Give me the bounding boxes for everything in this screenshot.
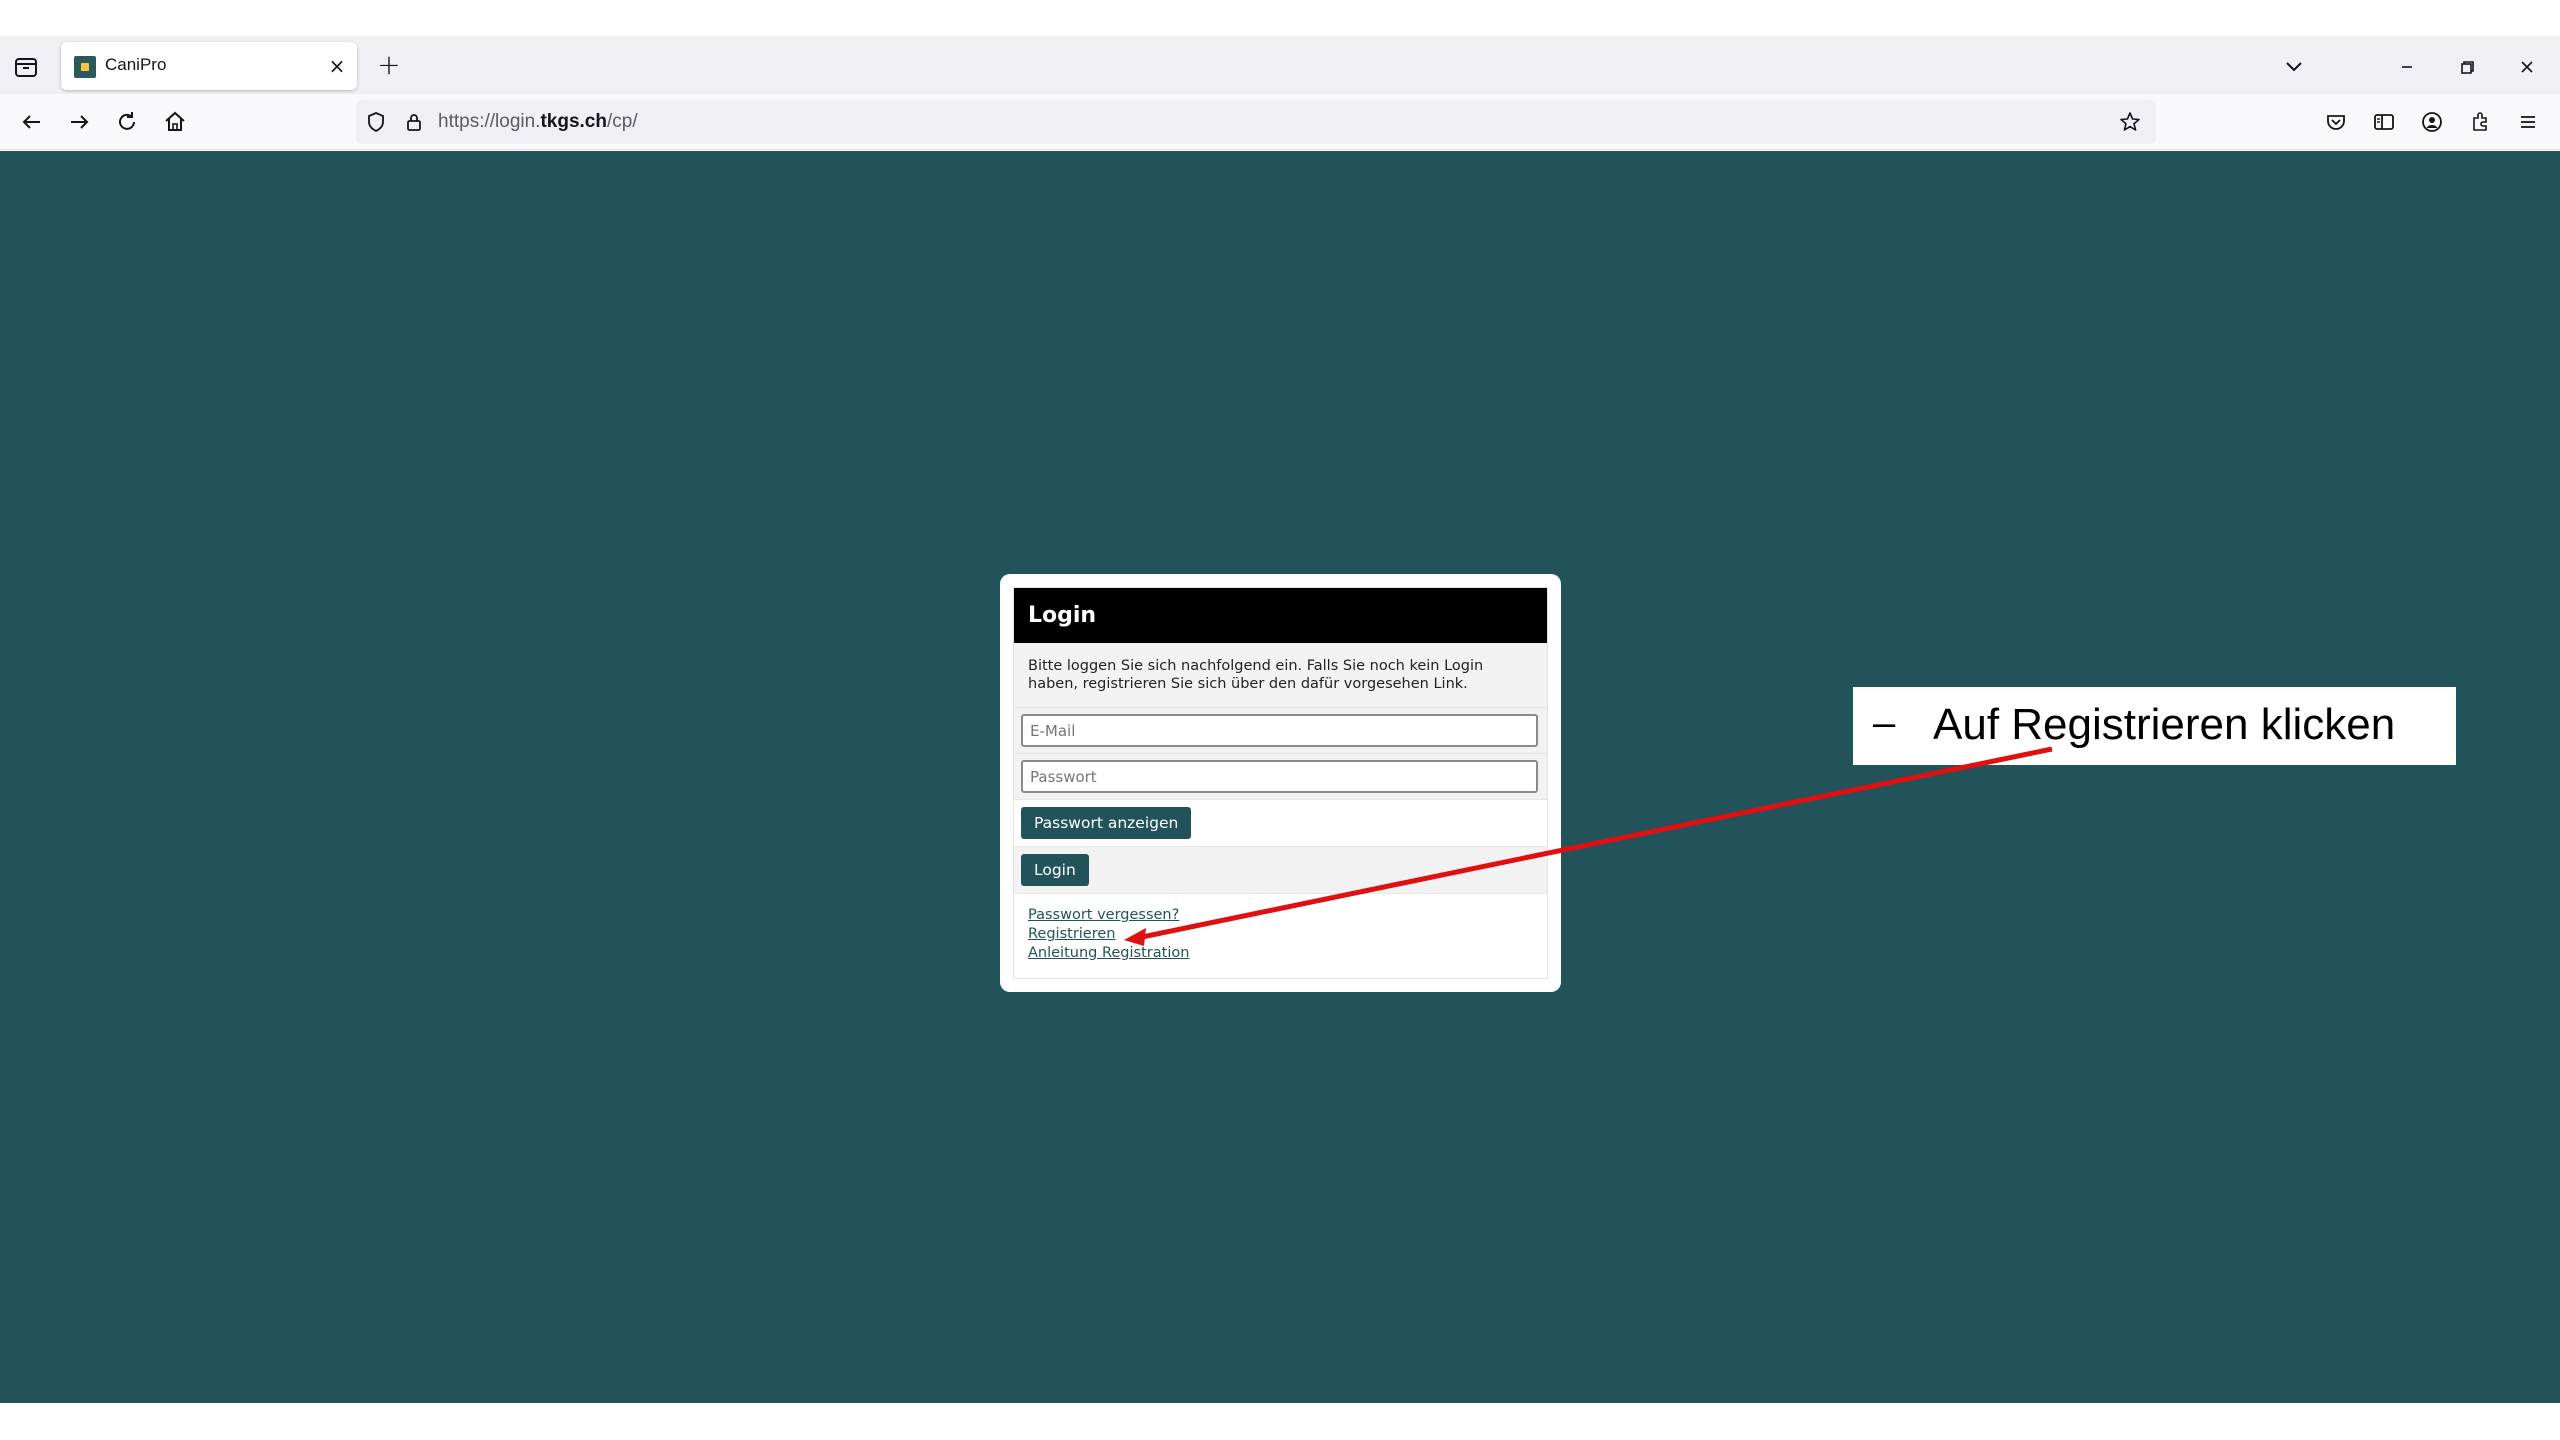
url-text[interactable]: https://login.tkgs.ch/cp/: [438, 111, 638, 133]
navigation-bar: https://login.tkgs.ch/cp/: [0, 94, 2560, 150]
close-icon[interactable]: ×: [325, 54, 349, 78]
login-title: Login: [1014, 588, 1547, 643]
forward-arrow-icon[interactable]: [63, 106, 95, 138]
callout-dash: –: [1873, 701, 1896, 745]
password-row: [1014, 753, 1547, 799]
canipro-favicon-icon: [74, 56, 96, 78]
home-icon[interactable]: [159, 106, 191, 138]
login-form: Login Bitte loggen Sie sich nachfolgend …: [1013, 587, 1548, 979]
registration-guide-link[interactable]: Anleitung Registration: [1028, 944, 1533, 963]
restore-icon[interactable]: [2452, 52, 2482, 82]
tab-overview-icon[interactable]: [12, 52, 40, 80]
forgot-password-link[interactable]: Passwort vergessen?: [1028, 906, 1533, 925]
menu-icon[interactable]: [2514, 108, 2542, 136]
window-close-icon[interactable]: [2512, 52, 2542, 82]
url-bar[interactable]: https://login.tkgs.ch/cp/: [356, 100, 2156, 144]
extensions-icon[interactable]: [2466, 108, 2494, 136]
annotation-callout: – Auf Registrieren klicken: [1853, 687, 2456, 765]
new-tab-button[interactable]: +: [374, 50, 404, 80]
login-card: Login Bitte loggen Sie sich nachfolgend …: [1000, 574, 1561, 992]
screenshot-frame: CaniPro × + https://login.tkgs.ch/cp/ Lo…: [0, 0, 2560, 1440]
back-arrow-icon[interactable]: [16, 106, 48, 138]
login-button[interactable]: Login: [1021, 854, 1089, 886]
url-prefix: https://login.: [438, 111, 541, 132]
minimize-icon[interactable]: [2392, 52, 2422, 82]
pocket-icon[interactable]: [2322, 108, 2350, 136]
url-path: /cp/: [606, 111, 638, 132]
star-icon[interactable]: [2118, 110, 2142, 134]
register-link[interactable]: Registrieren: [1028, 925, 1533, 944]
tab-title: CaniPro: [105, 55, 167, 74]
sidebar-icon[interactable]: [2370, 108, 2398, 136]
show-password-row: Passwort anzeigen: [1014, 799, 1547, 846]
login-button-row-bg: Login: [1014, 846, 1547, 893]
page-background: Login Bitte loggen Sie sich nachfolgend …: [0, 151, 2560, 1403]
password-field[interactable]: [1021, 760, 1538, 793]
shield-icon[interactable]: [364, 110, 388, 134]
show-password-button[interactable]: Passwort anzeigen: [1021, 807, 1192, 839]
links-section: Passwort vergessen? Registrieren Anleitu…: [1014, 893, 1547, 978]
email-field[interactable]: [1021, 714, 1538, 747]
email-row: [1014, 707, 1547, 753]
account-icon[interactable]: [2418, 108, 2446, 136]
tab-list-chevron-icon[interactable]: [2282, 54, 2306, 78]
callout-text: Auf Registrieren klicken: [1933, 700, 2396, 749]
lock-icon[interactable]: [402, 110, 426, 134]
url-domain: tkgs.ch: [540, 111, 607, 132]
reload-icon[interactable]: [111, 106, 143, 138]
tab-canipro[interactable]: CaniPro ×: [61, 42, 357, 90]
login-intro-text: Bitte loggen Sie sich nachfolgend ein. F…: [1014, 643, 1547, 707]
tab-bar: CaniPro × +: [0, 36, 2560, 94]
